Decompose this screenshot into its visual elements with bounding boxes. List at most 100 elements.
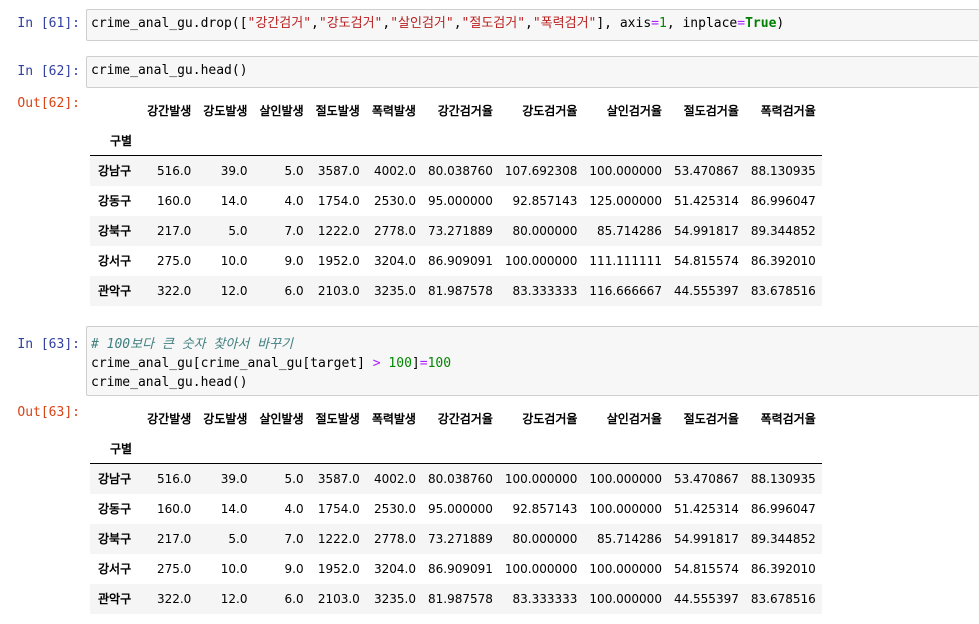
table-cell: 160.0: [156, 193, 192, 208]
table-cell: 80.038760: [427, 163, 493, 178]
table-cell: 100.000000: [504, 253, 578, 268]
table-cell: 125.000000: [589, 193, 662, 208]
table-row: 관악구 322.0 12.0 6.0 2103.0 3235.0 81.987578 83.3…: [90, 275, 822, 306]
code-token: ], axis: [596, 16, 652, 31]
row-index: 관악구: [98, 284, 132, 298]
table-cell: 86.392010: [750, 561, 816, 576]
code-token: 1: [658, 16, 667, 31]
table-cell: 86.996047: [750, 501, 816, 516]
index-name: 구별: [90, 125, 142, 156]
column-header: 절도발생: [315, 103, 360, 118]
table-cell: 51.425314: [673, 193, 739, 208]
code-token: , inplace: [666, 16, 738, 31]
dataframe-output-63: 강간발생 강도발생 살인발생 절도발생 폭력발생 강간검거율 강도검거율 살인검거율 절도검거율…: [90, 403, 822, 614]
index-name-spacer: [421, 125, 499, 156]
code-token: ,: [525, 16, 533, 31]
table-cell: 88.130935: [750, 163, 816, 178]
table-cell: 100.000000: [589, 471, 662, 486]
column-header: 살인발생: [259, 103, 304, 118]
table-cell: 44.555397: [673, 591, 739, 606]
index-name-spacer: [498, 125, 584, 156]
table-cell: 2103.0: [317, 591, 360, 606]
table-cell: 85.714286: [597, 531, 662, 546]
row-index: 강동구: [98, 502, 132, 516]
table-cell: 2530.0: [373, 501, 416, 516]
table-cell: 107.692308: [504, 163, 578, 178]
table-cell: 7.0: [284, 223, 304, 238]
index-name-spacer: [667, 125, 745, 156]
code-cell-62[interactable]: crime_anal_gu.head(): [86, 56, 979, 88]
table-cell: 4.0: [284, 193, 304, 208]
table-cell: 3235.0: [373, 591, 416, 606]
code-line: crime_anal_gu.head(): [91, 61, 979, 80]
table-cell: 5.0: [228, 223, 248, 238]
code-cell-61[interactable]: crime_anal_gu.drop(["강간검거","강도검거","살인검거"…: [86, 9, 979, 41]
table-cell: 2103.0: [317, 283, 360, 298]
table-cell: 51.425314: [673, 501, 739, 516]
table-cell: 10.0: [220, 253, 248, 268]
table-cell: 1754.0: [317, 193, 360, 208]
table-cell: 14.0: [220, 193, 248, 208]
code-token: 100: [388, 356, 412, 371]
code-editor-63[interactable]: # 100보다 큰 숫자 찾아서 바꾸기 crime_anal_gu[crime_…: [91, 331, 979, 392]
table-cell: 217.0: [156, 531, 192, 546]
column-header: 절도검거율: [683, 411, 739, 426]
table-cell: 100.000000: [589, 501, 662, 516]
table-cell: 9.0: [284, 253, 304, 268]
code-token: True: [745, 16, 777, 31]
code-editor-61[interactable]: crime_anal_gu.drop(["강간검거","강도검거","살인검거"…: [91, 14, 979, 33]
table-cell: 7.0: [284, 531, 304, 546]
index-name-spacer: [365, 433, 422, 464]
column-header: 폭력검거율: [760, 103, 816, 118]
table-cell: 1754.0: [317, 501, 360, 516]
table-row: 강남구 516.0 39.0 5.0 3587.0 4002.0 80.038760 107.…: [90, 155, 822, 186]
index-name-spacer: [667, 433, 745, 464]
row-index: 강남구: [98, 164, 132, 179]
code-token: ): [776, 16, 785, 31]
table-cell: 100.000000: [589, 591, 662, 606]
code-cell-63[interactable]: # 100보다 큰 숫자 찾아서 바꾸기 crime_anal_gu[crime_…: [86, 326, 979, 396]
column-header: 강도발생: [203, 411, 248, 426]
table-cell: 6.0: [284, 283, 304, 298]
table-cell: 100.000000: [589, 163, 662, 178]
table-row: 강동구 160.0 14.0 4.0 1754.0 2530.0 95.000000 92.8…: [90, 494, 822, 524]
column-header: 절도검거율: [683, 103, 739, 118]
code-token: crime_anal_gu.head(): [91, 375, 248, 390]
code-editor-62[interactable]: crime_anal_gu.head(): [91, 61, 979, 80]
table-row: 강서구 275.0 10.0 9.0 1952.0 3204.0 86.909091 100.…: [90, 554, 822, 584]
table-cell: 92.857143: [512, 193, 578, 208]
column-header: 강도검거율: [522, 103, 578, 118]
table-cell: 54.815574: [673, 253, 739, 268]
table-cell: 3204.0: [373, 561, 416, 576]
index-name-spacer: [253, 125, 310, 156]
row-index: 강남구: [98, 472, 132, 487]
table-cell: 4002.0: [373, 163, 416, 178]
table-cell: 4.0: [284, 501, 304, 516]
column-header: 살인검거율: [606, 103, 662, 118]
table-cell: 6.0: [284, 591, 304, 606]
row-index: 강북구: [98, 224, 132, 238]
table-cell: 100.000000: [504, 471, 578, 486]
index-name-spacer: [141, 125, 198, 156]
index-name-spacer: [421, 433, 499, 464]
code-line: # 100보다 큰 숫자 찾아서 바꾸기: [91, 335, 979, 354]
table-cell: 275.0: [156, 253, 192, 268]
row-index: 관악구: [98, 592, 132, 606]
table-cell: 83.678516: [750, 283, 816, 298]
table-cell: 86.909091: [427, 561, 493, 576]
column-header: 강간검거율: [437, 411, 493, 426]
column-header: 강도검거율: [522, 411, 578, 426]
code-token: >: [372, 356, 381, 371]
code-token: ,: [311, 16, 319, 31]
column-header: 폭력발생: [371, 103, 416, 118]
code-token: "절도검거": [461, 16, 526, 31]
table-cell: 2530.0: [373, 193, 416, 208]
table-cell: 275.0: [156, 561, 192, 576]
table-cell: 12.0: [220, 591, 248, 606]
table-cell: 39.0: [220, 163, 248, 178]
table-cell: 5.0: [228, 531, 248, 546]
table-cell: 516.0: [156, 471, 192, 486]
table-cell: 83.678516: [750, 591, 816, 606]
table-row: 강동구 160.0 14.0 4.0 1754.0 2530.0 95.000000 92.8…: [90, 186, 822, 216]
code-token: crime_anal_gu.head(): [91, 63, 248, 78]
